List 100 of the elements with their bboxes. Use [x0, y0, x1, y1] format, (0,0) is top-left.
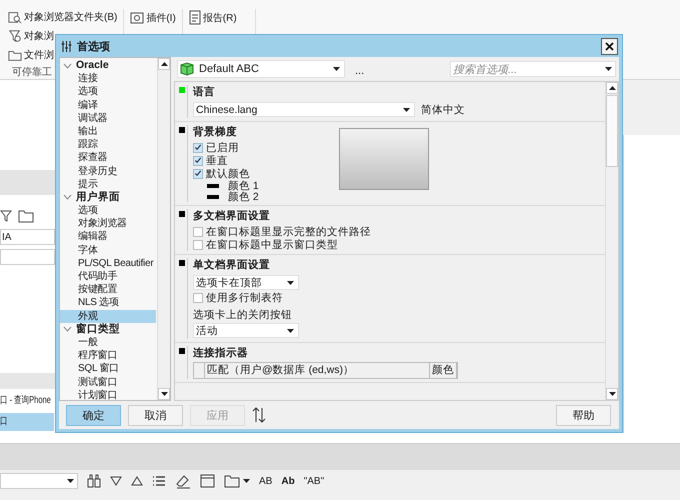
column-header: 颜色 [430, 363, 457, 378]
caret-icon [287, 328, 294, 332]
tree-item[interactable]: 登录历史 [60, 164, 156, 178]
checkbox-label: 使用多行制表符 [206, 290, 283, 304]
tree-group[interactable]: 用户界面 [76, 190, 120, 204]
tree-group[interactable]: 窗口类型 [76, 322, 120, 336]
caret-icon [67, 479, 74, 483]
section-title: 背景梯度 [193, 126, 238, 139]
triangle-up-icon[interactable] [131, 476, 143, 486]
tree-group[interactable]: Oracle [76, 59, 109, 72]
tree-item[interactable]: 选项 [60, 85, 156, 99]
tree-item[interactable]: 外观 [60, 310, 156, 323]
search-folder-icon [8, 10, 22, 24]
checkbox-label: 已启用 [206, 140, 239, 154]
dialog-button[interactable]: 确定 [66, 404, 121, 426]
ribbon-item[interactable]: 对象浏览器文件夹(B) [24, 10, 118, 24]
binoculars-icon[interactable] [87, 474, 101, 488]
profile-dropdown[interactable]: Default ABC [177, 60, 345, 78]
section-title: 多文档界面设置 [193, 210, 271, 223]
tree-item[interactable]: 探查器 [60, 151, 156, 164]
report-icon [188, 10, 201, 25]
tree-item[interactable]: 提示 [60, 178, 156, 191]
group-label: 可停靠工 [11, 66, 52, 80]
more-button[interactable]: ... [355, 65, 364, 77]
checkbox[interactable] [193, 168, 203, 178]
section-title: 语言 [193, 86, 216, 99]
scroll-down-icon[interactable] [606, 388, 618, 400]
tree-item[interactable]: 编辑器 [60, 230, 156, 244]
triangle-down-icon[interactable] [110, 476, 122, 486]
column-header: 匹配（用户@数据库 (ed,ws)） [205, 363, 430, 378]
tree-item[interactable]: SQL 窗口 [60, 362, 156, 376]
caret-icon [287, 280, 294, 284]
filter-icon[interactable] [0, 209, 14, 223]
list-item[interactable]: 口 - 查询Phone [0, 393, 54, 409]
dropdown[interactable]: 活动 [193, 323, 299, 338]
window-icon[interactable] [200, 474, 215, 488]
search-field[interactable]: 搜索首选项... [450, 61, 616, 77]
eraser-icon[interactable] [175, 474, 191, 488]
tree-item[interactable]: 字体 [60, 244, 156, 257]
tree-item[interactable]: 一般 [60, 336, 156, 350]
tree-item[interactable]: 程序窗口 [60, 349, 156, 362]
input-field[interactable]: IA [0, 229, 55, 245]
tree-item[interactable]: 按键配置 [60, 283, 156, 296]
toolbar-button[interactable]: Ab [281, 476, 295, 486]
language-name: 简体中文 [421, 102, 465, 116]
checkbox-label: 在窗口标题里显示完整的文件路径 [206, 224, 371, 238]
list-icon[interactable] [152, 474, 166, 488]
list-item[interactable]: 口 [0, 413, 54, 431]
ribbon-item[interactable]: 对象浏 [24, 29, 54, 43]
tree-item[interactable]: 对象浏览器 [60, 217, 156, 230]
input-field[interactable] [0, 249, 55, 265]
dropdown[interactable]: Chinese.lang [193, 102, 415, 117]
checkbox[interactable] [193, 142, 203, 152]
chevron-down-icon[interactable] [63, 194, 72, 200]
color-swatch[interactable] [207, 194, 219, 198]
checkbox[interactable] [193, 156, 203, 166]
color-swatch[interactable] [207, 184, 219, 188]
sliders-icon [61, 40, 72, 52]
checkbox[interactable] [193, 240, 203, 250]
dropdown[interactable]: 选项卡在顶部 [193, 275, 299, 290]
tree-item[interactable]: 计划窗口 [60, 388, 156, 400]
folder-icon[interactable] [224, 474, 240, 488]
close-button[interactable] [601, 38, 618, 54]
scroll-up-icon[interactable] [158, 58, 170, 70]
ribbon-item[interactable]: 文件浏 [24, 48, 54, 62]
dialog-button[interactable]: 取消 [128, 404, 183, 426]
sort-icon[interactable] [252, 407, 266, 423]
help-button[interactable]: 帮助 [556, 404, 611, 426]
tree-item[interactable]: 选项 [60, 204, 156, 218]
close-icon [605, 42, 614, 50]
checkbox[interactable] [193, 226, 203, 236]
checkbox-label: 在窗口标题中显示窗口类型 [206, 238, 338, 252]
chevron-down-icon[interactable] [63, 326, 72, 332]
toolbar-button[interactable]: AB [259, 476, 272, 486]
window-title: 首选项 [77, 40, 110, 54]
caret-icon [333, 67, 340, 71]
tree-item[interactable]: 调试器 [60, 112, 156, 125]
scroll-up-icon[interactable] [606, 82, 618, 94]
ribbon-item[interactable]: 插件(I) [146, 10, 176, 24]
ribbon-item[interactable]: 报告(R) [202, 10, 237, 24]
toolbar-button[interactable]: "AB" [304, 476, 324, 486]
caret-icon [605, 67, 612, 71]
tree-item[interactable]: 测试窗口 [60, 376, 156, 389]
panel-header [0, 373, 55, 389]
tree-item[interactable]: PL/SQL Beautifier [60, 256, 156, 270]
scroll-thumb[interactable] [606, 95, 618, 167]
caret-icon [403, 108, 410, 112]
tree-item[interactable]: 跟踪 [60, 138, 156, 152]
chevron-down-icon[interactable] [63, 62, 72, 69]
tree-item[interactable]: 连接 [60, 72, 156, 86]
folder-icon[interactable] [18, 209, 34, 223]
scroll-down-icon[interactable] [158, 388, 170, 400]
tree-item[interactable]: 输出 [60, 124, 156, 138]
tree-item[interactable]: NLS 选项 [60, 296, 156, 310]
field-label: 选项卡上的关闭按钮 [193, 309, 293, 322]
tree-item[interactable]: 代码助手 [60, 270, 156, 284]
filter-icon [8, 29, 22, 43]
tree-item[interactable]: 编译 [60, 98, 156, 112]
checkbox[interactable] [193, 292, 203, 302]
color-label: 颜色 1 [228, 178, 259, 192]
